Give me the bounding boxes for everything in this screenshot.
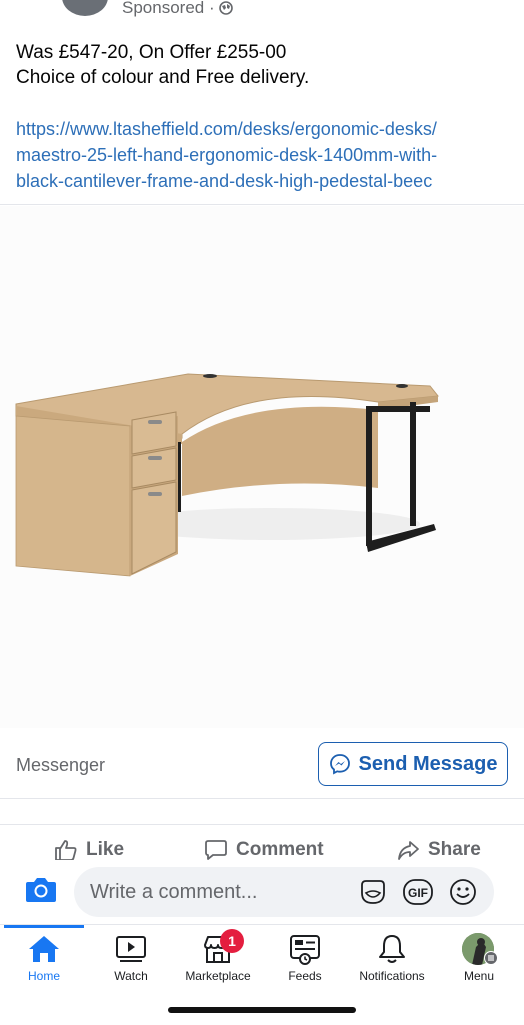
camera-icon[interactable] <box>24 874 58 906</box>
home-icon <box>29 936 59 962</box>
send-message-label: Send Message <box>358 752 498 775</box>
post-header: Sponsored · <box>0 0 524 22</box>
product-image[interactable] <box>0 206 524 728</box>
share-icon <box>398 841 419 860</box>
tab-marketplace[interactable]: Marketplace <box>174 925 262 995</box>
tab-feeds-label: Feeds <box>288 969 322 983</box>
tab-feeds[interactable]: Feeds <box>261 925 349 995</box>
post-link-line[interactable]: black-cantilever-frame-and-desk-high-ped… <box>16 168 516 194</box>
messenger-label: Messenger <box>16 755 106 775</box>
tab-menu-label: Menu <box>463 969 495 983</box>
tab-watch-label: Watch <box>114 969 148 983</box>
post-text: Was £547-20, On Offer £255-00 Choice of … <box>16 40 516 90</box>
comment-bar: Write a comment... GIF <box>0 860 524 924</box>
comment-button[interactable]: Comment <box>204 838 324 862</box>
svg-text:GIF: GIF <box>408 886 428 900</box>
watch-icon <box>116 936 146 962</box>
post-link-line[interactable]: maestro-25-left-hand-ergonomic-desk-1400… <box>16 142 516 168</box>
notifications-icon <box>379 935 405 963</box>
sticker-icon[interactable] <box>358 877 388 907</box>
feeds-icon <box>290 935 320 965</box>
gif-icon[interactable]: GIF <box>402 877 434 907</box>
post-text-line: Was £547-20, On Offer £255-00 <box>16 42 287 63</box>
divider <box>0 824 524 825</box>
comment-icon <box>205 840 227 860</box>
emoji-icon[interactable] <box>448 877 478 907</box>
tab-home-label: Home <box>27 969 60 983</box>
divider <box>0 798 524 799</box>
like-label: Like <box>86 839 125 860</box>
post-link-line[interactable]: https://www.ltasheffield.com/desks/ergon… <box>16 116 516 142</box>
tab-notifications[interactable]: Notifications <box>348 925 436 995</box>
sponsored-text: Sponsored · <box>122 0 215 17</box>
cta-row: Messenger Send Message <box>0 729 524 799</box>
post-text-line: Choice of colour and Free delivery. <box>16 67 310 88</box>
home-indicator[interactable] <box>168 1007 356 1013</box>
sponsored-label: Sponsored · <box>122 0 233 18</box>
share-label: Share <box>428 839 481 860</box>
marketplace-badge: 1 <box>220 929 244 953</box>
tab-notifications-label: Notifications <box>359 969 425 983</box>
comment-label: Comment <box>236 839 324 860</box>
comment-placeholder: Write a comment... <box>90 881 258 903</box>
like-button[interactable]: Like <box>54 838 124 862</box>
comment-input[interactable]: Write a comment... GIF <box>74 867 494 917</box>
tab-marketplace-label: Marketplace <box>185 969 251 983</box>
desk-illustration <box>15 373 439 577</box>
divider <box>0 204 524 205</box>
post-link[interactable]: https://www.ltasheffield.com/desks/ergon… <box>16 116 516 194</box>
tab-home[interactable]: Home <box>0 925 88 995</box>
send-message-button[interactable]: Send Message <box>318 742 508 786</box>
menu-icon[interactable] <box>484 951 498 965</box>
share-button[interactable]: Share <box>396 838 481 862</box>
like-icon <box>55 840 77 861</box>
messenger-icon <box>329 754 350 775</box>
globe-icon <box>218 1 233 15</box>
post-actions: Like Comment Share <box>0 826 524 862</box>
advertiser-avatar[interactable] <box>62 0 108 16</box>
tab-watch[interactable]: Watch <box>87 925 175 995</box>
